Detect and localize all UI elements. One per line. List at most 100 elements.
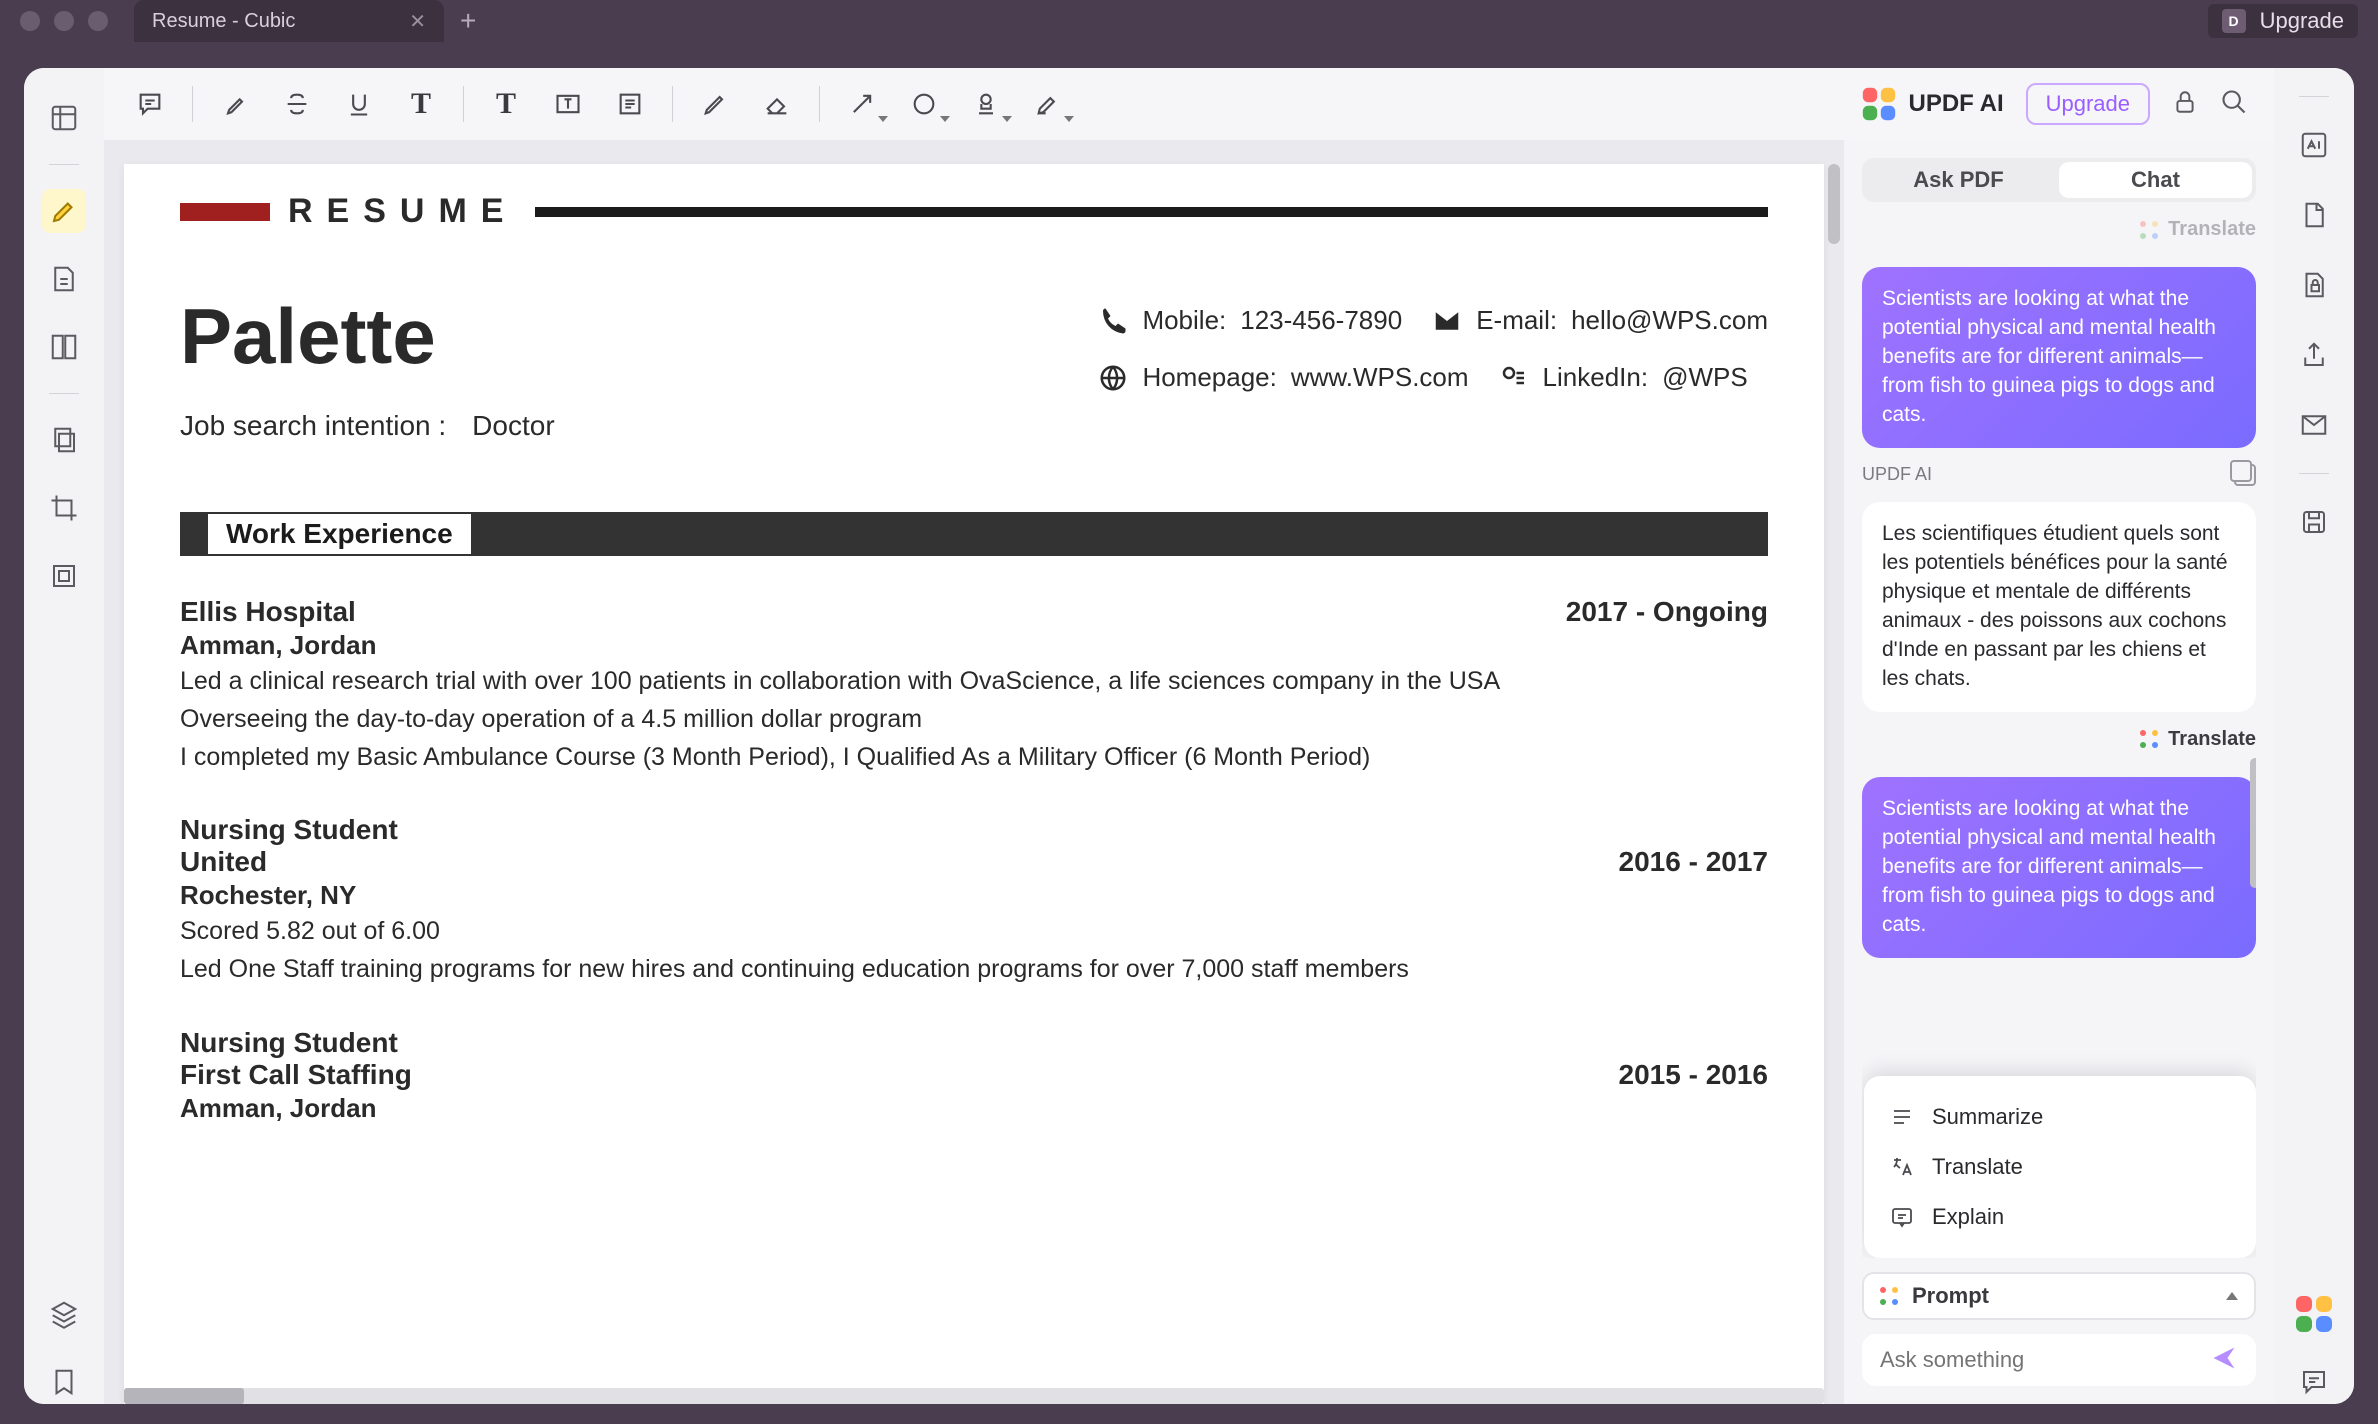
job-bullet: Led One Staff training programs for new … xyxy=(180,953,1768,987)
contact-column: Mobile: 123-456-7890 E-mail: hello@WPS.c… xyxy=(1098,305,1768,393)
job-bullet: Led a clinical research trial with over … xyxy=(180,665,1768,699)
arrow-shape-icon[interactable] xyxy=(842,84,882,124)
document-tab[interactable]: Resume - Cubic ✕ xyxy=(134,0,444,42)
mobile-value: 123-456-7890 xyxy=(1240,305,1402,336)
homepage-label: Homepage: xyxy=(1142,362,1276,393)
maximize-window-icon[interactable] xyxy=(88,11,108,31)
document-viewport[interactable]: RESUME Palette Job search intention : Do… xyxy=(104,140,1844,1404)
action-explain[interactable]: Explain xyxy=(1864,1192,2256,1242)
lock-icon[interactable] xyxy=(2172,89,2198,120)
email-icon[interactable] xyxy=(2292,403,2336,447)
account-area[interactable]: D Upgrade xyxy=(2208,4,2358,38)
ai-panel: Ask PDF Chat Translate Scientists are lo… xyxy=(1844,140,2274,1404)
action-summarize[interactable]: Summarize xyxy=(1864,1092,2256,1142)
title-bar: Resume - Cubic ✕ + D Upgrade xyxy=(0,0,2378,42)
updf-logo-icon[interactable] xyxy=(2294,1294,2334,1334)
note-icon[interactable] xyxy=(610,84,650,124)
center-area: T T UPDF AI Upgrade xyxy=(104,68,2274,1404)
ask-input[interactable] xyxy=(1880,1347,2210,1373)
ocr-icon[interactable] xyxy=(2292,123,2336,167)
font-tool-icon[interactable]: T xyxy=(486,84,526,124)
job-entry: Nursing Student First Call Staffing2015 … xyxy=(180,1027,1768,1124)
underline-icon[interactable] xyxy=(339,84,379,124)
upgrade-button[interactable]: Upgrade xyxy=(2026,83,2150,125)
comments-panel-icon[interactable] xyxy=(2292,1360,2336,1404)
new-tab-button[interactable]: + xyxy=(460,5,476,37)
toolbar: T T UPDF AI Upgrade xyxy=(104,68,2274,140)
bookmark-icon[interactable] xyxy=(42,1360,86,1404)
color-dots-icon xyxy=(2140,221,2158,239)
action-label: Explain xyxy=(1932,1204,2004,1230)
horizontal-scrollbar[interactable] xyxy=(124,1388,1824,1404)
share-icon[interactable] xyxy=(2292,333,2336,377)
toolbar-divider xyxy=(463,86,464,122)
scroll-thumb[interactable] xyxy=(124,1388,244,1404)
edit-pdf-icon[interactable] xyxy=(42,257,86,301)
signature-icon[interactable] xyxy=(1028,84,1068,124)
crop-icon[interactable] xyxy=(42,486,86,530)
phone-icon xyxy=(1098,306,1128,336)
layers-icon[interactable] xyxy=(42,1292,86,1336)
strikethrough-icon[interactable] xyxy=(277,84,317,124)
rail-divider xyxy=(49,164,79,165)
vertical-scrollbar[interactable] xyxy=(1828,164,1840,244)
resume-heading-row: RESUME xyxy=(180,192,1768,231)
close-tab-icon[interactable]: ✕ xyxy=(409,9,426,34)
user-message: Scientists are looking at what the poten… xyxy=(1862,267,2256,448)
highlight-tool-icon[interactable] xyxy=(42,189,86,233)
copy-icon[interactable] xyxy=(2234,464,2256,486)
translate-chip[interactable]: Translate xyxy=(1862,728,2256,751)
color-dots-icon xyxy=(2140,730,2158,748)
send-button[interactable] xyxy=(2210,1344,2238,1377)
rail-dash xyxy=(2299,473,2329,474)
job-bullet: Overseeing the day-to-day operation of a… xyxy=(180,703,1768,737)
highlighter-icon[interactable] xyxy=(215,84,255,124)
color-dots-icon xyxy=(1880,1287,1898,1305)
job-location2: Amman, Jordan xyxy=(180,1093,1768,1124)
duplicate-page-icon[interactable] xyxy=(42,418,86,462)
text-tool-icon[interactable]: T xyxy=(401,84,441,124)
rail-divider xyxy=(49,393,79,394)
export-file-icon[interactable] xyxy=(2292,193,2336,237)
textbox-icon[interactable] xyxy=(548,84,588,124)
chat-area: Translate Scientists are looking at what… xyxy=(1862,218,2256,1258)
chevron-up-icon xyxy=(2226,1292,2238,1300)
contact-line-1: Mobile: 123-456-7890 E-mail: hello@WPS.c… xyxy=(1098,305,1768,336)
email-value: hello@WPS.com xyxy=(1571,305,1768,336)
action-translate[interactable]: Translate xyxy=(1864,1142,2256,1192)
protect-icon[interactable] xyxy=(2292,263,2336,307)
translate-chip[interactable]: Translate xyxy=(1862,218,2256,241)
stamp-icon[interactable] xyxy=(966,84,1006,124)
page-organize-icon[interactable] xyxy=(42,325,86,369)
job-location: United xyxy=(180,846,267,878)
rail-dash xyxy=(2299,96,2329,97)
avatar[interactable]: D xyxy=(2222,9,2246,33)
compress-icon[interactable] xyxy=(42,554,86,598)
job-bullet: Scored 5.82 out of 6.00 xyxy=(180,915,1768,949)
ai-scrollbar[interactable] xyxy=(2250,758,2256,888)
eraser-icon[interactable] xyxy=(757,84,797,124)
applicant-name: Palette xyxy=(180,291,555,382)
job-entry: Ellis Hospital2017 - Ongoing Amman, Jord… xyxy=(180,596,1768,774)
circle-shape-icon[interactable] xyxy=(904,84,944,124)
email-label: E-mail: xyxy=(1476,305,1557,336)
comment-icon[interactable] xyxy=(130,84,170,124)
upgrade-link-top[interactable]: Upgrade xyxy=(2260,8,2344,34)
tab-ask-pdf[interactable]: Ask PDF xyxy=(1862,158,2055,202)
job-location: Amman, Jordan xyxy=(180,630,1768,661)
globe-icon xyxy=(1098,363,1128,393)
chip-label: Translate xyxy=(2168,218,2256,241)
search-icon[interactable] xyxy=(2220,88,2248,121)
right-rail xyxy=(2274,68,2354,1404)
ai-label: UPDF AI xyxy=(1909,90,2004,118)
job-title: Ellis Hospital xyxy=(180,596,356,628)
save-icon[interactable] xyxy=(2292,500,2336,544)
close-window-icon[interactable] xyxy=(20,11,40,31)
ai-response-header: UPDF AI xyxy=(1862,464,2256,486)
tab-chat[interactable]: Chat xyxy=(2059,162,2252,198)
minimize-window-icon[interactable] xyxy=(54,11,74,31)
thumbnails-icon[interactable] xyxy=(42,96,86,140)
action-label: Summarize xyxy=(1932,1104,2043,1130)
prompt-selector[interactable]: Prompt xyxy=(1862,1272,2256,1320)
pencil-icon[interactable] xyxy=(695,84,735,124)
